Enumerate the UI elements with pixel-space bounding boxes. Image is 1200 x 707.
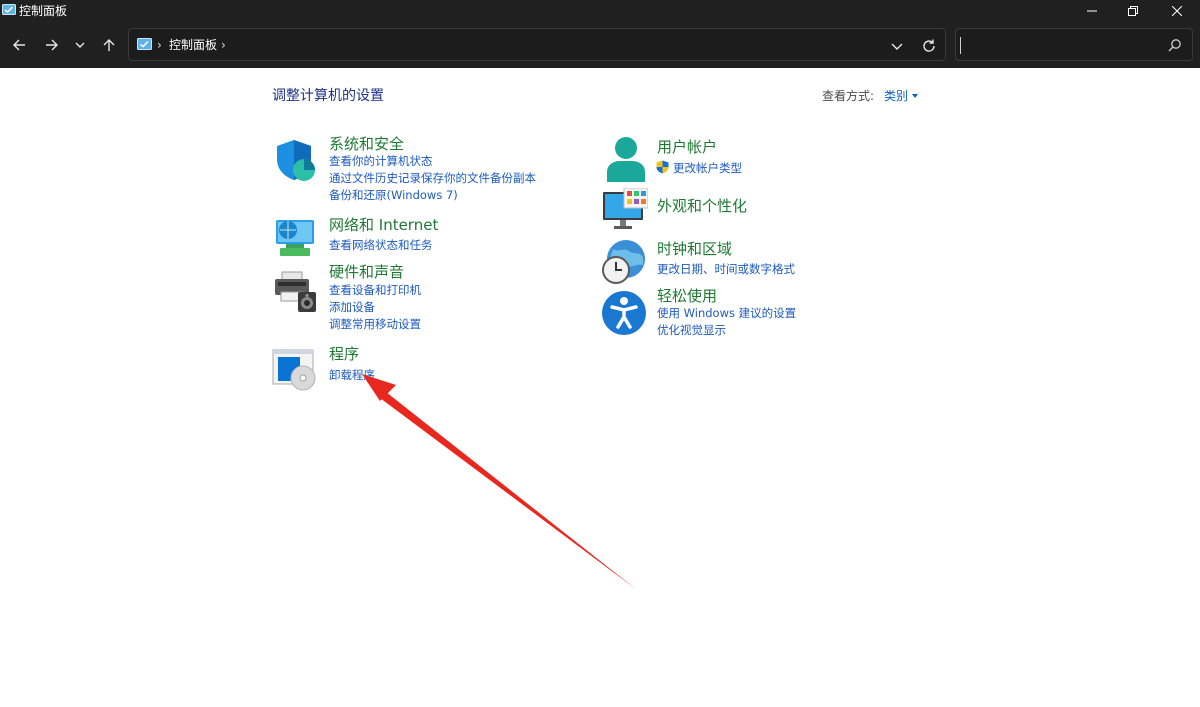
control-panel-window: 控制面板 › 控制面板 › 调整计算机的设置 查看方式: 类别 系统和安全 查看… xyxy=(0,0,1200,707)
link-change-account-type[interactable]: 更改帐户类型 xyxy=(673,160,742,176)
link-recommended-settings[interactable]: 使用 Windows 建议的设置 xyxy=(657,305,796,321)
search-icon[interactable] xyxy=(1168,38,1182,52)
forward-button[interactable] xyxy=(40,33,64,57)
up-button[interactable] xyxy=(97,33,121,57)
monitor-palette-icon[interactable] xyxy=(602,188,648,234)
restore-icon xyxy=(1128,6,1138,16)
category-ease-of-access-title[interactable]: 轻松使用 xyxy=(657,286,717,306)
link-view-computer-status[interactable]: 查看你的计算机状态 xyxy=(329,153,433,169)
close-button[interactable] xyxy=(1154,0,1200,22)
printer-speaker-icon[interactable] xyxy=(272,268,318,314)
clock-globe-icon[interactable] xyxy=(601,239,647,285)
navigation-bar: › 控制面板 › xyxy=(0,22,1200,68)
address-bar[interactable]: › 控制面板 › xyxy=(128,28,946,61)
link-date-time-format[interactable]: 更改日期、时间或数字格式 xyxy=(657,261,795,277)
breadcrumb-control-panel[interactable]: 控制面板 xyxy=(169,36,217,54)
search-input[interactable] xyxy=(964,35,1159,55)
search-box[interactable] xyxy=(955,28,1193,61)
uac-shield-icon xyxy=(656,160,669,174)
up-arrow-icon xyxy=(103,39,115,51)
category-appearance-title[interactable]: 外观和个性化 xyxy=(657,196,747,216)
close-icon xyxy=(1172,6,1182,16)
breadcrumb-separator-icon[interactable]: › xyxy=(157,36,162,54)
link-network-status[interactable]: 查看网络状态和任务 xyxy=(329,237,433,253)
minimize-button[interactable] xyxy=(1069,0,1115,22)
refresh-icon[interactable] xyxy=(919,36,939,56)
view-by-dropdown[interactable]: 类别 xyxy=(884,88,908,104)
forward-arrow-icon xyxy=(46,39,58,51)
category-programs-title[interactable]: 程序 xyxy=(329,344,359,364)
programs-disc-icon[interactable] xyxy=(272,347,318,393)
restore-button[interactable] xyxy=(1110,0,1156,22)
text-caret xyxy=(960,37,961,54)
minimize-icon xyxy=(1087,10,1097,12)
link-file-history-backup[interactable]: 通过文件历史记录保存你的文件备份副本 xyxy=(329,170,536,186)
recent-locations-chevron-icon xyxy=(75,42,85,48)
link-backup-restore[interactable]: 备份和还原(Windows 7) xyxy=(329,187,458,203)
accessibility-icon[interactable] xyxy=(601,290,647,336)
back-arrow-icon xyxy=(13,39,25,51)
title-bar: 控制面板 xyxy=(0,0,1200,22)
recent-locations-button[interactable] xyxy=(68,33,92,57)
breadcrumb-separator-icon[interactable]: › xyxy=(221,36,226,54)
category-network-internet-title[interactable]: 网络和 Internet xyxy=(329,215,438,235)
category-clock-region-title[interactable]: 时钟和区域 xyxy=(657,239,732,259)
shield-icon[interactable] xyxy=(272,137,318,183)
control-panel-icon xyxy=(137,38,152,50)
page-heading: 调整计算机的设置 xyxy=(272,88,384,104)
window-title: 控制面板 xyxy=(19,4,68,18)
link-add-device[interactable]: 添加设备 xyxy=(329,299,375,315)
category-system-security-title[interactable]: 系统和安全 xyxy=(329,134,404,154)
link-optimize-display[interactable]: 优化视觉显示 xyxy=(657,322,726,338)
category-hardware-sound-title[interactable]: 硬件和声音 xyxy=(329,262,404,282)
chevron-down-icon[interactable] xyxy=(889,38,905,54)
back-button[interactable] xyxy=(7,33,31,57)
link-devices-printers[interactable]: 查看设备和打印机 xyxy=(329,282,421,298)
view-by-label: 查看方式: xyxy=(822,89,875,103)
link-mobility-settings[interactable]: 调整常用移动设置 xyxy=(329,316,421,332)
view-by-dropdown-arrow-icon[interactable] xyxy=(912,94,918,98)
control-panel-icon xyxy=(2,4,16,15)
link-uninstall-program[interactable]: 卸载程序 xyxy=(329,367,375,383)
category-user-accounts-title[interactable]: 用户帐户 xyxy=(657,137,717,157)
network-globe-icon[interactable] xyxy=(272,214,318,260)
red-arrow-icon xyxy=(362,374,637,590)
user-icon[interactable] xyxy=(603,136,649,182)
